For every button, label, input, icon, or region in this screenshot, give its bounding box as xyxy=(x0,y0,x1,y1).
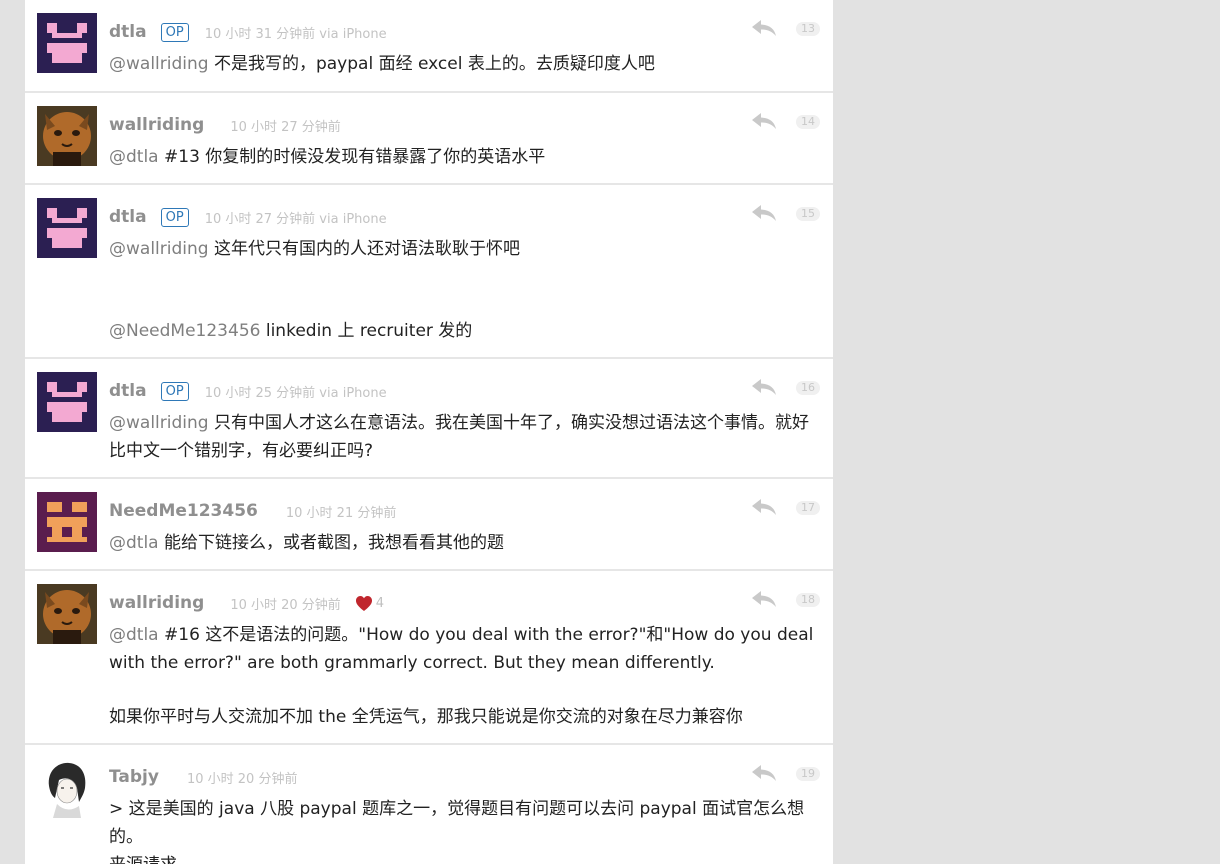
reply-arrow-icon[interactable] xyxy=(751,763,777,783)
username-link[interactable]: dtla xyxy=(109,207,147,227)
content-text: > 这是美国的 java 八股 paypal 题库之一，觉得题目有问题可以去问 … xyxy=(109,799,805,847)
username-link[interactable]: dtla xyxy=(109,381,147,401)
reply-item: dtla OP 10 小时 31 分钟前 via iPhone 13 @wall… xyxy=(25,0,833,93)
floor-number: 19 xyxy=(796,767,820,781)
username-link[interactable]: wallriding xyxy=(109,115,204,135)
content-line: @wallriding 不是我写的，paypal 面经 excel 表上的。去质… xyxy=(109,50,821,78)
avatar[interactable] xyxy=(37,492,97,552)
reply-time: 10 小时 27 分钟前 via iPhone xyxy=(204,211,387,227)
reply-item: dtla OP 10 小时 25 分钟前 via iPhone 16 @wall… xyxy=(25,359,833,479)
reply-item: dtla OP 10 小时 27 分钟前 via iPhone 15 @wall… xyxy=(25,185,833,359)
content-line: @dtla 能给下链接么，或者截图，我想看看其他的题 xyxy=(109,529,821,557)
floor-number: 15 xyxy=(796,207,820,221)
avatar[interactable] xyxy=(37,372,97,432)
reply-arrow-icon[interactable] xyxy=(751,589,777,609)
avatar[interactable] xyxy=(37,584,97,644)
reply-meta: dtla OP 10 小时 25 分钟前 via iPhone xyxy=(109,379,387,403)
content-text: #16 这不是语法的问题。"How do you deal with the e… xyxy=(109,625,814,673)
content-text: 这年代只有国内的人还对语法耿耿于怀吧 xyxy=(208,239,520,259)
reply-arrow-icon[interactable] xyxy=(751,497,777,517)
op-badge: OP xyxy=(160,381,189,401)
mention-link[interactable]: @wallriding xyxy=(109,239,209,259)
floor-number: 18 xyxy=(796,593,820,607)
content-text: 来源请求 xyxy=(109,855,177,864)
username-link[interactable]: wallriding xyxy=(109,593,204,613)
reply-item: NeedMe123456 10 小时 21 分钟前 17 @dtla 能给下链接… xyxy=(25,479,833,571)
content-text: 只有中国人才这么在意语法。我在美国十年了，确实没想过语法这个事情。就好比中文一个… xyxy=(109,413,809,461)
reply-content: @dtla #13 你复制的时候没发现有错暴露了你的英语水平 xyxy=(109,143,821,171)
reply-time: 10 小时 27 分钟前 xyxy=(230,119,341,135)
content-text: 如果你平时与人交流加不加 the 全凭运气，那我只能说是你交流的对象在尽力兼容你 xyxy=(109,707,743,727)
reply-time: 10 小时 20 分钟前 xyxy=(230,597,341,613)
reply-meta: Tabjy 10 小时 20 分钟前 xyxy=(109,765,297,789)
reply-item: wallriding 10 小时 20 分钟前 4 18 @dtla #16 这… xyxy=(25,571,833,745)
op-badge: OP xyxy=(160,207,189,227)
mention-link[interactable]: @dtla xyxy=(109,147,159,167)
reply-list: dtla OP 10 小时 31 分钟前 via iPhone 13 @wall… xyxy=(25,0,833,864)
reply-arrow-icon[interactable] xyxy=(751,203,777,223)
reply-meta: dtla OP 10 小时 27 分钟前 via iPhone xyxy=(109,205,387,229)
reply-meta: dtla OP 10 小时 31 分钟前 via iPhone xyxy=(109,20,387,44)
mention-link[interactable]: @wallriding xyxy=(109,413,209,433)
reply-arrow-icon[interactable] xyxy=(751,18,777,38)
username-link[interactable]: dtla xyxy=(109,22,147,42)
reply-content: @wallriding 不是我写的，paypal 面经 excel 表上的。去质… xyxy=(109,50,821,78)
reply-time: 10 小时 20 分钟前 xyxy=(186,771,298,787)
mention-link[interactable]: @dtla xyxy=(109,625,159,645)
mention-link[interactable]: @NeedMe123456 xyxy=(109,321,260,341)
floor-number: 16 xyxy=(796,381,820,395)
username-link[interactable]: Tabjy xyxy=(109,767,159,787)
reply-content: @dtla 能给下链接么，或者截图，我想看看其他的题 xyxy=(109,529,821,557)
avatar[interactable] xyxy=(37,106,97,166)
reply-arrow-icon[interactable] xyxy=(751,111,777,131)
content-text: 不是我写的，paypal 面经 excel 表上的。去质疑印度人吧 xyxy=(208,54,655,74)
reply-content: @dtla #16 这不是语法的问题。"How do you deal with… xyxy=(109,621,821,731)
reply-time: 10 小时 25 分钟前 via iPhone xyxy=(204,385,387,401)
avatar[interactable] xyxy=(37,198,97,258)
mention-link[interactable]: @wallriding xyxy=(109,54,209,74)
content-line: 来源请求 xyxy=(109,851,821,864)
content-line: @wallriding 只有中国人才这么在意语法。我在美国十年了，确实没想过语法… xyxy=(109,409,821,465)
content-line: @wallriding 这年代只有国内的人还对语法耿耿于怀吧 xyxy=(109,235,821,263)
reply-content: > 这是美国的 java 八股 paypal 题库之一，觉得题目有问题可以去问 … xyxy=(109,795,821,864)
floor-number: 14 xyxy=(796,115,820,129)
reply-time: 10 小时 31 分钟前 via iPhone xyxy=(204,26,387,42)
content-line: > 这是美国的 java 八股 paypal 题库之一，觉得题目有问题可以去问 … xyxy=(109,795,821,851)
content-line: @dtla #13 你复制的时候没发现有错暴露了你的英语水平 xyxy=(109,143,821,171)
username-link[interactable]: NeedMe123456 xyxy=(109,501,258,521)
content-line: 如果你平时与人交流加不加 the 全凭运气，那我只能说是你交流的对象在尽力兼容你 xyxy=(109,703,821,731)
floor-number: 17 xyxy=(796,501,820,515)
avatar[interactable] xyxy=(37,758,97,818)
reply-content: @wallriding 这年代只有国内的人还对语法耿耿于怀吧 @NeedMe12… xyxy=(109,235,821,345)
thanks-count: 4 xyxy=(375,595,385,611)
heart-icon xyxy=(355,595,372,611)
reply-item: Tabjy 10 小时 20 分钟前 19 > 这是美国的 java 八股 pa… xyxy=(25,745,833,864)
reply-item: wallriding 10 小时 27 分钟前 14 @dtla #13 你复制… xyxy=(25,93,833,185)
content-text: #13 你复制的时候没发现有错暴露了你的英语水平 xyxy=(158,147,546,167)
mention-link[interactable]: @dtla xyxy=(109,533,159,553)
reply-meta: wallriding 10 小时 27 分钟前 xyxy=(109,113,341,137)
thanks-counter: 4 xyxy=(355,595,384,612)
reply-content: @wallriding 只有中国人才这么在意语法。我在美国十年了，确实没想过语法… xyxy=(109,409,821,465)
content-text: linkedin 上 recruiter 发的 xyxy=(260,321,473,341)
op-badge: OP xyxy=(160,22,189,42)
reply-time: 10 小时 21 分钟前 xyxy=(285,505,397,521)
reply-meta: wallriding 10 小时 20 分钟前 4 xyxy=(109,591,384,615)
content-text: 能给下链接么，或者截图，我想看看其他的题 xyxy=(158,533,505,553)
floor-number: 13 xyxy=(796,22,820,36)
reply-meta: NeedMe123456 10 小时 21 分钟前 xyxy=(109,499,396,523)
reply-arrow-icon[interactable] xyxy=(751,377,777,397)
content-line: @dtla #16 这不是语法的问题。"How do you deal with… xyxy=(109,621,821,677)
content-line: @NeedMe123456 linkedin 上 recruiter 发的 xyxy=(109,317,821,345)
avatar[interactable] xyxy=(37,13,97,73)
